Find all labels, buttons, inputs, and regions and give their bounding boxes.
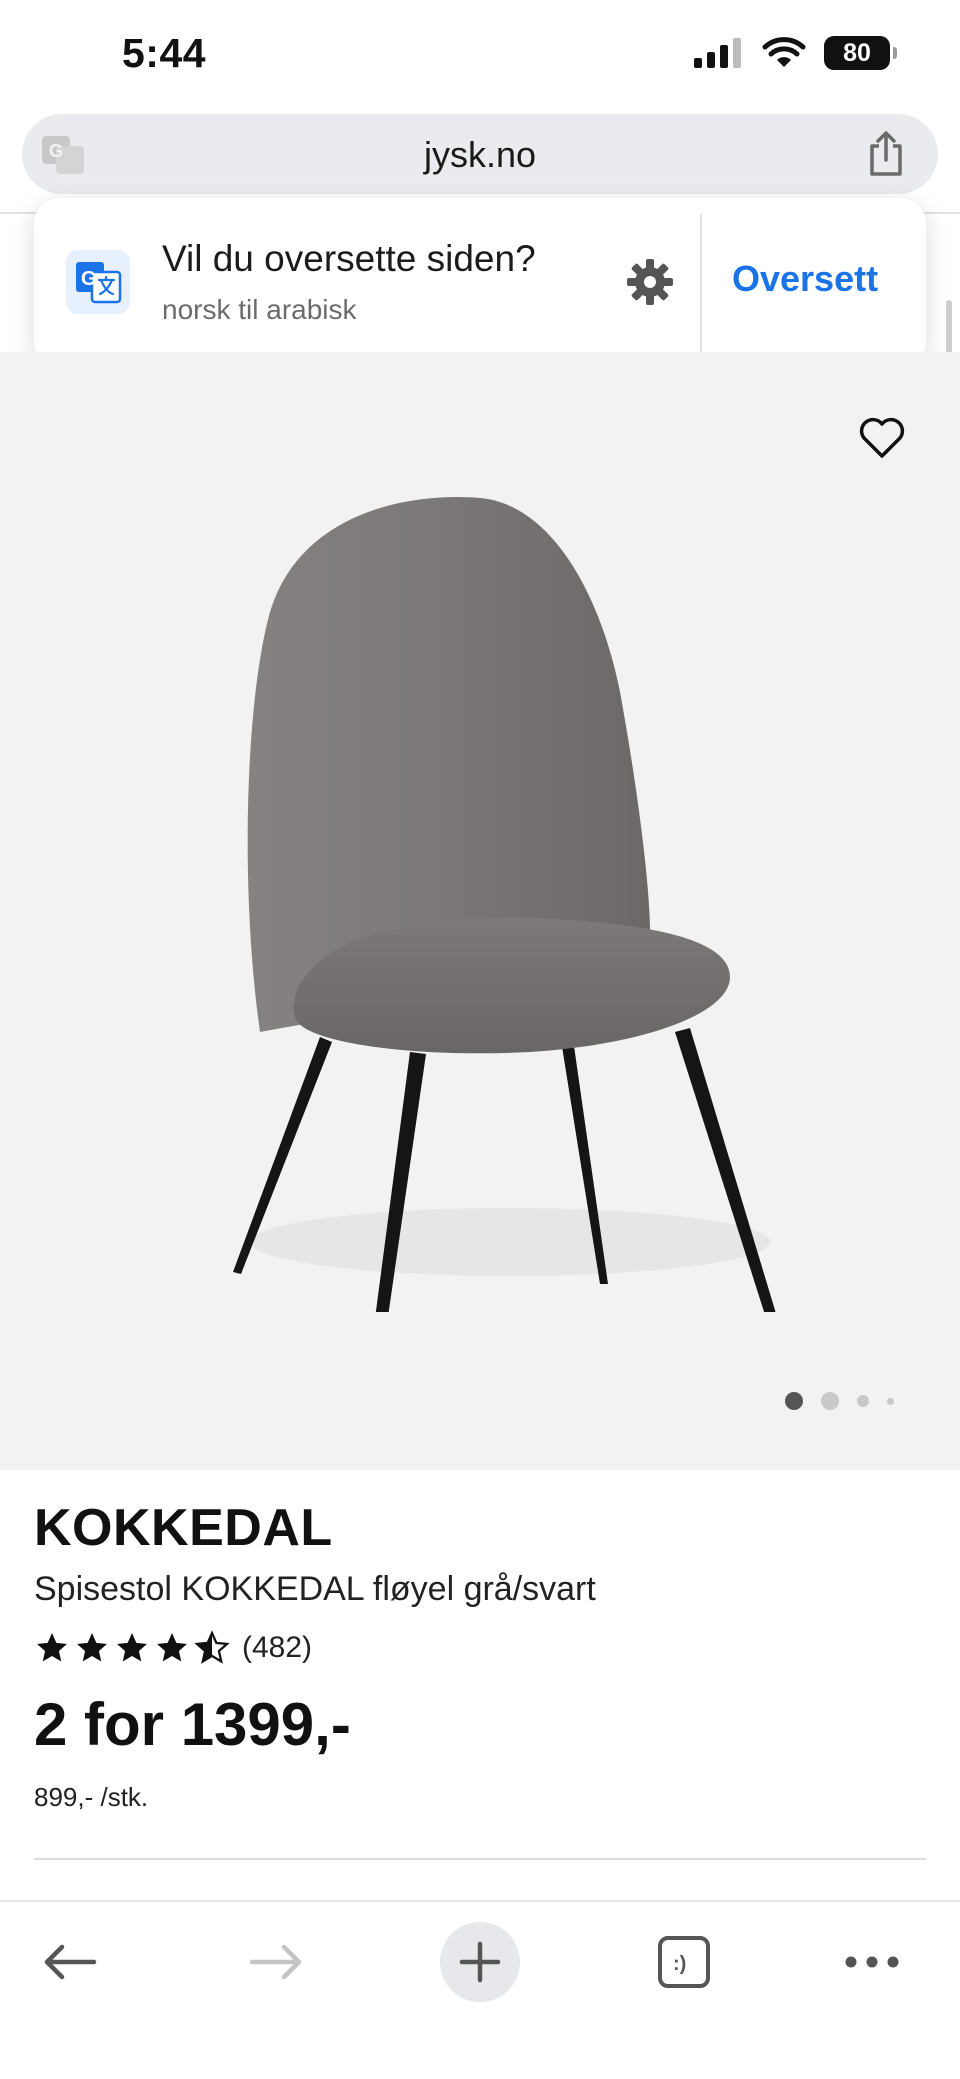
status-time: 5:44 xyxy=(122,30,207,76)
battery-indicator: 80 xyxy=(824,36,897,70)
plus-icon[interactable] xyxy=(458,1940,502,1984)
battery-level: 80 xyxy=(843,38,871,67)
wifi-icon xyxy=(762,37,806,67)
half-star-icon xyxy=(194,1630,230,1664)
url-text[interactable]: jysk.no xyxy=(22,134,938,176)
translate-languages: norsk til arabisk xyxy=(162,294,357,325)
gallery-dot[interactable] xyxy=(785,1392,803,1410)
gallery-pagination xyxy=(785,1392,894,1410)
product-image-gallery[interactable] xyxy=(0,352,960,1470)
back-button[interactable] xyxy=(30,1922,110,2002)
star-icon xyxy=(157,1633,187,1662)
browser-toolbar: :) xyxy=(0,1900,960,2079)
star-icon xyxy=(37,1633,67,1662)
tab-switcher-icon[interactable]: :) xyxy=(657,1935,711,1989)
gear-icon[interactable] xyxy=(626,258,674,306)
star-icon xyxy=(77,1633,107,1662)
svg-text::): :) xyxy=(673,1953,686,1975)
translate-button[interactable]: Oversett xyxy=(732,258,878,300)
svg-text:G: G xyxy=(81,268,97,290)
translate-popup: G Vil du oversette siden? norsk til arab… xyxy=(34,198,926,368)
review-count[interactable]: (482) xyxy=(242,1631,312,1665)
status-icons: 80 xyxy=(694,36,897,70)
more-button[interactable] xyxy=(832,1922,912,2002)
more-icon[interactable] xyxy=(844,1955,900,1969)
google-translate-icon: G xyxy=(66,250,130,314)
forward-arrow-icon[interactable] xyxy=(248,1942,304,1982)
popup-divider xyxy=(700,214,702,352)
status-bar: 5:44 80 xyxy=(0,0,960,110)
product-price: 2 for 1399,- xyxy=(34,1691,351,1758)
back-arrow-icon[interactable] xyxy=(42,1942,98,1982)
new-tab-button[interactable] xyxy=(440,1922,520,2002)
star-icon xyxy=(117,1633,147,1662)
product-rating[interactable]: (482) xyxy=(34,1630,312,1666)
share-icon[interactable] xyxy=(864,130,908,178)
product-image xyxy=(233,497,776,1312)
gallery-dot[interactable] xyxy=(887,1397,894,1405)
unit-price: 899,- /stk. xyxy=(34,1782,149,1812)
product-brand: KOKKEDAL xyxy=(34,1499,333,1557)
address-bar[interactable]: G jysk.no xyxy=(22,114,938,194)
star-rating xyxy=(34,1630,230,1666)
product-name: Spisestol KOKKEDAL fløyel grå/svart xyxy=(34,1570,596,1608)
divider xyxy=(34,1858,926,1860)
gallery-dot[interactable] xyxy=(857,1395,869,1407)
translate-prompt-title: Vil du oversette siden? xyxy=(162,238,536,279)
forward-button[interactable] xyxy=(236,1922,316,2002)
heart-icon[interactable] xyxy=(858,416,906,460)
gallery-dot[interactable] xyxy=(821,1392,839,1410)
tab-switcher-button[interactable]: :) xyxy=(644,1922,724,2002)
cellular-signal-icon xyxy=(694,38,741,68)
product-info: KOKKEDAL Spisestol KOKKEDAL fløyel grå/s… xyxy=(0,1470,960,1900)
